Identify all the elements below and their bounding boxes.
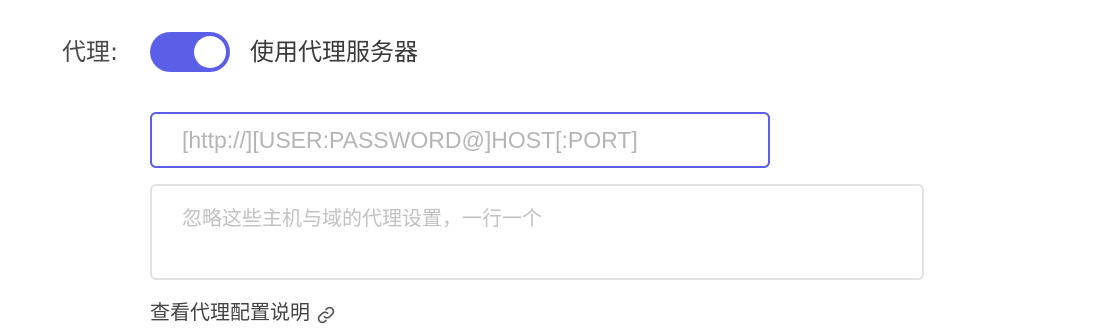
toggle-label: 使用代理服务器 [250,38,418,66]
toggle-knob [194,36,226,68]
proxy-server-input[interactable] [150,112,770,168]
proxy-help-link[interactable]: 查看代理配置说明 [150,296,336,328]
proxy-label: 代理: [62,38,119,66]
link-icon [316,302,336,324]
proxy-bypass-textarea[interactable] [150,184,924,280]
help-link-label: 查看代理配置说明 [150,300,310,324]
proxy-toggle[interactable] [150,32,230,72]
